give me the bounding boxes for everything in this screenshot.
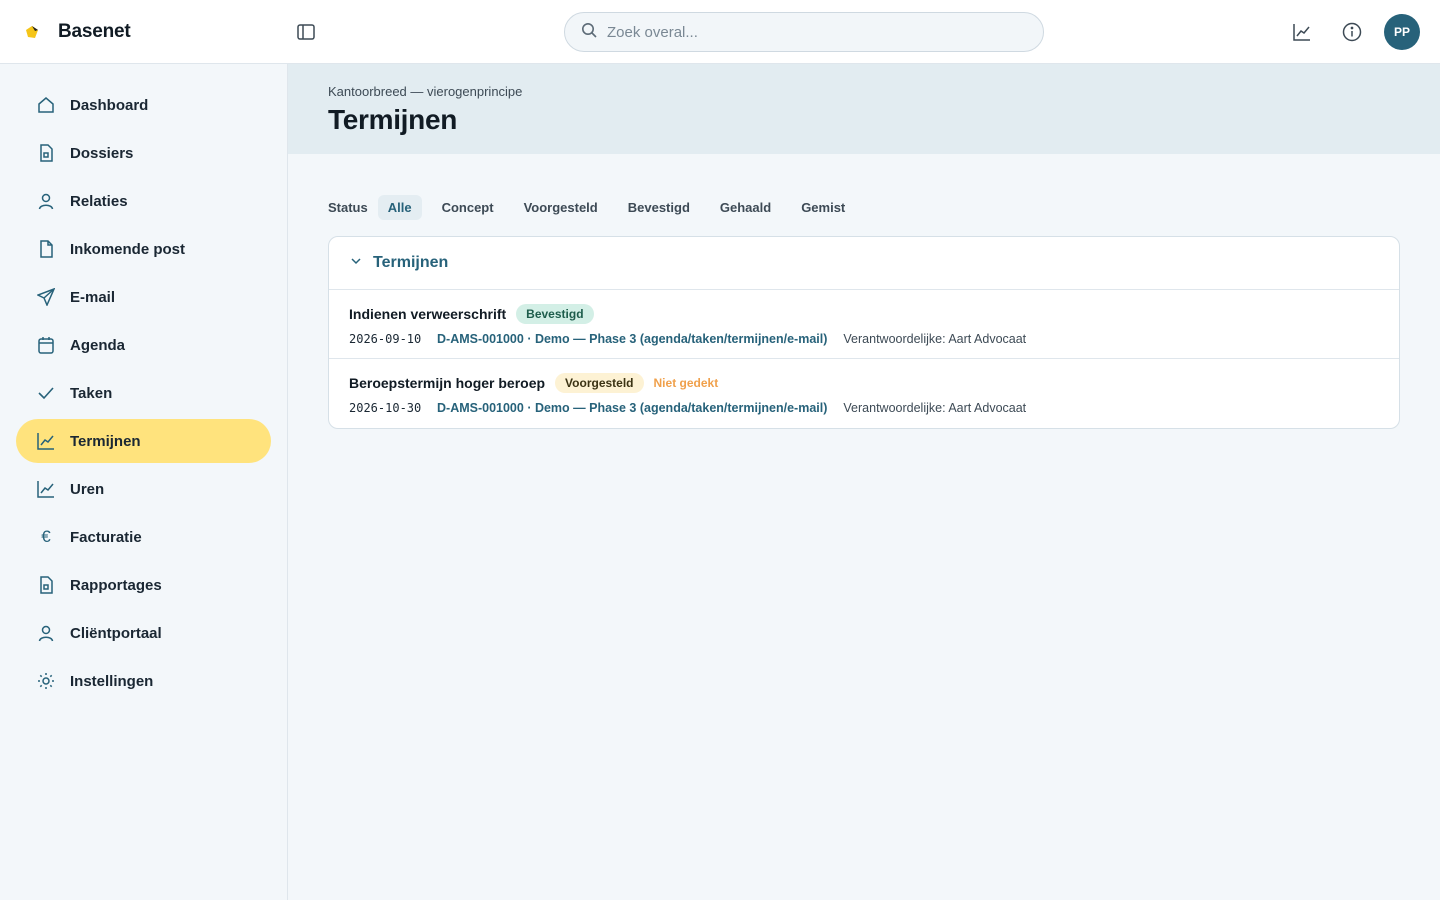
chart-icon <box>36 479 56 499</box>
sidebar-item-label: Agenda <box>70 336 126 354</box>
sidebar-item-label: Facturatie <box>70 528 142 546</box>
sidebar-item-uren[interactable]: Uren <box>16 467 271 511</box>
search-icon <box>581 22 597 43</box>
sidebar-item-relaties[interactable]: Relaties <box>16 179 271 223</box>
page-header: Kantoorbreed — vierogenprincipe Termijne… <box>288 64 1440 154</box>
sidebar-item-rapportages[interactable]: Rapportages <box>16 563 271 607</box>
row-date: 2026-10-30 <box>349 401 422 415</box>
document-icon <box>36 239 56 259</box>
card-header[interactable]: Termijnen <box>329 237 1399 290</box>
dossier-link[interactable]: D-AMS-001000 · Demo — Phase 3 (agenda/ta… <box>437 332 827 346</box>
sidebar-item-label: Dashboard <box>70 96 149 114</box>
card-title: Termijnen <box>373 254 449 271</box>
sidebar-item-instellingen[interactable]: Instellingen <box>16 659 271 703</box>
sidebar-item-taken[interactable]: Taken <box>16 371 271 415</box>
brand[interactable]: Basenet <box>24 0 131 63</box>
logo-icon <box>24 24 40 40</box>
user-icon <box>36 623 56 643</box>
filter-bevestigd[interactable]: Bevestigd <box>618 195 700 220</box>
row-title: Beroepstermijn hoger beroep <box>349 375 546 391</box>
row-date: 2026-09-10 <box>349 332 422 346</box>
sidebar-item-label: Termijnen <box>70 432 141 450</box>
status-badge: Bevestigd <box>516 304 594 324</box>
file-icon <box>36 143 56 163</box>
send-icon <box>36 287 56 307</box>
panel-toggle-icon[interactable] <box>294 20 318 44</box>
filter-gemist[interactable]: Gemist <box>791 195 855 220</box>
dossier-link[interactable]: D-AMS-001000 · Demo — Phase 3 (agenda/ta… <box>437 401 827 415</box>
file-icon <box>36 575 56 595</box>
filter-voorgesteld[interactable]: Voorgesteld <box>514 195 608 220</box>
chevron-down-icon[interactable] <box>349 254 363 273</box>
user-icon <box>36 191 56 211</box>
settings-icon <box>36 671 56 691</box>
search-input[interactable] <box>607 23 1027 41</box>
row-owner: Verantwoordelijke: Aart Advocaat <box>843 401 1027 415</box>
sidebar-item-facturatie[interactable]: € Facturatie <box>16 515 271 559</box>
brand-name: Basenet <box>58 20 131 42</box>
filter-concept[interactable]: Concept <box>432 195 504 220</box>
termijnen-card: Termijnen Indienen verweerschrift Bevest… <box>328 236 1400 429</box>
status-badge: Voorgesteld <box>555 373 644 393</box>
top-bar: Basenet PP <box>0 0 1440 64</box>
euro-icon: € <box>41 527 51 546</box>
sidebar-item-label: Instellingen <box>70 672 154 690</box>
sidebar-item-label: Dossiers <box>70 144 134 162</box>
sidebar: Dashboard Dossiers Relaties Inkomende po… <box>0 64 288 900</box>
search-bar[interactable] <box>564 12 1044 52</box>
sidebar-item-label: Uren <box>70 480 105 498</box>
table-row[interactable]: Beroepstermijn hoger beroep Voorgesteld … <box>329 359 1399 428</box>
filter-alle[interactable]: Alle <box>377 194 422 220</box>
row-title: Indienen verweerschrift <box>349 306 507 322</box>
sidebar-item-label: Rapportages <box>70 576 162 594</box>
chart-icon <box>36 431 56 451</box>
row-owner: Verantwoordelijke: Aart Advocaat <box>843 332 1027 346</box>
sidebar-item-termijnen[interactable]: Termijnen <box>16 419 271 463</box>
info-icon[interactable] <box>1340 20 1364 44</box>
sidebar-item-label: E-mail <box>70 288 116 306</box>
sidebar-item-label: Inkomende post <box>70 240 186 258</box>
filter-label: Status <box>328 199 368 215</box>
sidebar-item-e-mail[interactable]: E-mail <box>16 275 271 319</box>
sidebar-item-label: Relaties <box>70 192 128 210</box>
page-title: Termijnen <box>328 104 458 135</box>
sidebar-item-dossiers[interactable]: Dossiers <box>16 131 271 175</box>
warning-text: Niet gedekt <box>653 376 719 390</box>
sidebar-item-label: Cliëntportaal <box>70 624 162 642</box>
chart-icon[interactable] <box>1290 20 1314 44</box>
sidebar-item-clientportaal[interactable]: Cliëntportaal <box>16 611 271 655</box>
check-icon <box>36 383 56 403</box>
avatar[interactable]: PP <box>1384 14 1420 50</box>
breadcrumb: Kantoorbreed — vierogenprincipe <box>328 84 523 99</box>
filter-gehaald[interactable]: Gehaald <box>710 195 781 220</box>
sidebar-item-dashboard[interactable]: Dashboard <box>16 83 271 127</box>
sidebar-item-agenda[interactable]: Agenda <box>16 323 271 367</box>
status-filter: Status Alle Concept Voorgesteld Bevestig… <box>328 194 865 220</box>
sidebar-item-label: Taken <box>70 384 113 402</box>
calendar-icon <box>36 335 56 355</box>
table-row[interactable]: Indienen verweerschrift Bevestigd 2026-0… <box>329 290 1399 359</box>
sidebar-item-inkomende-post[interactable]: Inkomende post <box>16 227 271 271</box>
home-icon <box>36 95 56 115</box>
